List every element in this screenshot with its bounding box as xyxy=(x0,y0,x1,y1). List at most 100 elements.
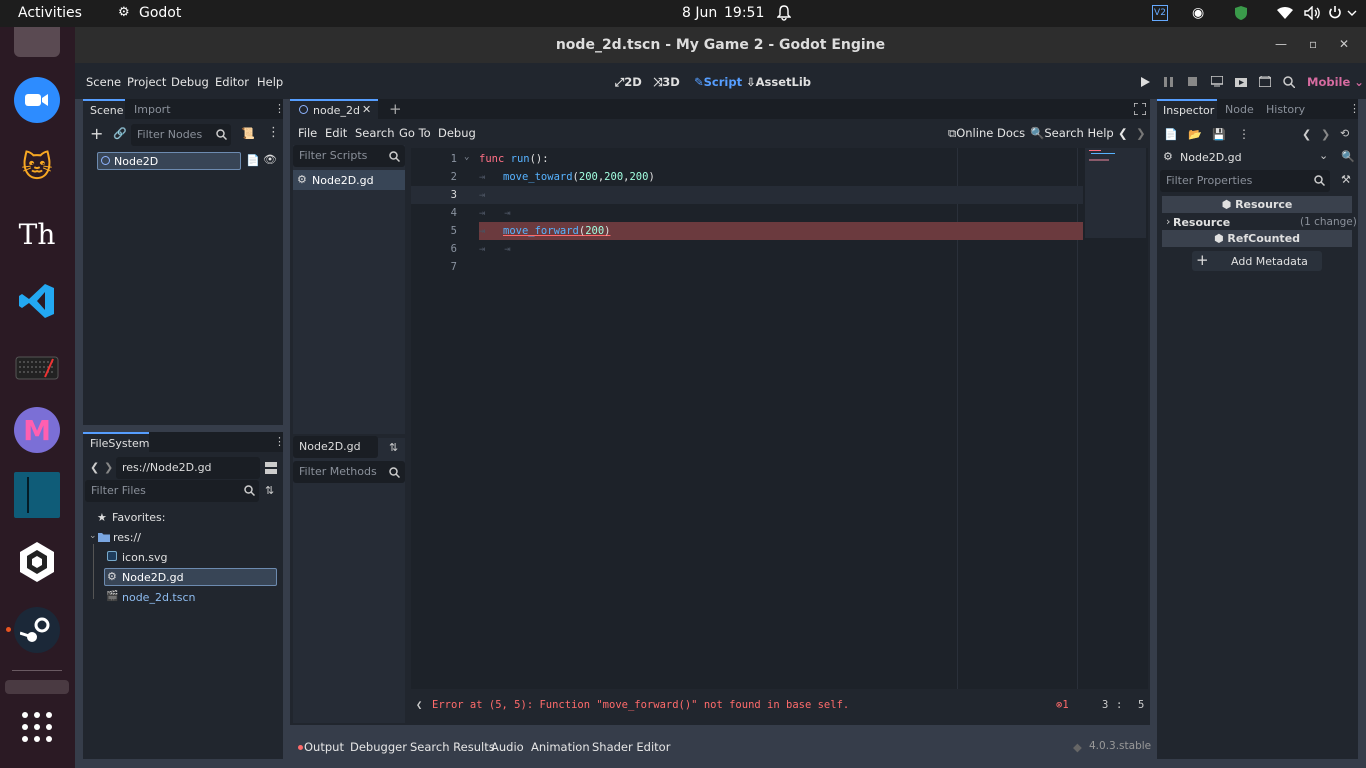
back-arrow-icon[interactable]: ❮ xyxy=(90,461,99,474)
zoom-icon[interactable] xyxy=(14,77,60,123)
script-list-item[interactable]: ⚙ Node2D.gd xyxy=(293,170,405,190)
power-icon[interactable] xyxy=(1328,5,1342,21)
dock-menu-icon[interactable]: ⋮ xyxy=(274,102,285,115)
section-refcounted-header[interactable]: ⬢ RefCounted xyxy=(1162,230,1352,247)
save-icon[interactable]: 💾 xyxy=(1212,128,1226,141)
vscode-icon[interactable] xyxy=(14,278,60,324)
sort-icon[interactable]: ⇅ xyxy=(265,484,274,497)
add-scene-tab-icon[interactable]: + xyxy=(389,100,402,118)
scene-node-node2d[interactable]: Node2D xyxy=(97,152,241,170)
unity-icon[interactable] xyxy=(14,539,60,585)
add-node-icon[interactable]: + xyxy=(90,124,103,143)
steam-icon[interactable] xyxy=(14,607,60,653)
bottom-tab-debugger[interactable]: Debugger xyxy=(350,740,407,754)
bell-icon[interactable] xyxy=(777,5,791,21)
error-count[interactable]: ⊗1 xyxy=(1056,699,1069,711)
path-field[interactable]: res://Node2D.gd xyxy=(116,457,260,479)
menu-project[interactable]: Project xyxy=(127,75,166,89)
dock-trash-partial[interactable] xyxy=(5,680,69,694)
script-attach-icon[interactable]: 📜 xyxy=(241,127,255,140)
movie-maker-icon[interactable] xyxy=(1283,76,1295,88)
stop-icon[interactable] xyxy=(1188,77,1197,86)
workspace-assetlib-button[interactable]: ⇩AssetLib xyxy=(746,75,811,89)
wifi-icon[interactable] xyxy=(1276,6,1294,20)
menu-scene[interactable]: Scene xyxy=(86,75,121,89)
toggle-panel-icon[interactable]: ❮ xyxy=(416,699,422,711)
file-icon-svg[interactable]: icon.svg xyxy=(122,551,168,564)
next-script-icon[interactable]: ❯ xyxy=(1136,126,1146,140)
tab-history[interactable]: History xyxy=(1266,103,1305,116)
steam-tray-icon[interactable]: ◉ xyxy=(1192,5,1204,21)
dock-menu-icon[interactable]: ⋮ xyxy=(274,435,285,448)
shield-icon[interactable] xyxy=(1234,5,1248,21)
m-app-icon[interactable]: M xyxy=(14,407,60,453)
script-menu-file[interactable]: File xyxy=(298,126,317,140)
tab-import[interactable]: Import xyxy=(134,103,171,116)
history-forward-icon[interactable]: ❯ xyxy=(1321,128,1330,141)
app-menu[interactable]: Godot xyxy=(139,5,181,21)
link-icon[interactable]: 🔗 xyxy=(113,127,127,140)
chevron-down-icon[interactable] xyxy=(1347,10,1357,17)
scratch-cat-icon[interactable]: 🐱 xyxy=(14,144,60,190)
script-menu-edit[interactable]: Edit xyxy=(325,126,347,140)
prev-script-icon[interactable]: ❮ xyxy=(1118,126,1128,140)
filter-files-input[interactable]: Filter Files xyxy=(85,480,259,502)
bottom-tab-audio[interactable]: Audio xyxy=(491,740,524,754)
scene-tab-node2d[interactable]: node_2d ✕ xyxy=(290,99,378,119)
error-message[interactable]: Error at (5, 5): Function "move_forward(… xyxy=(432,699,849,711)
dock-app-partial-icon[interactable] xyxy=(14,27,60,57)
pause-icon[interactable] xyxy=(1164,77,1173,87)
activities-button[interactable]: Activities xyxy=(18,5,82,21)
tab-filesystem[interactable]: FileSystem xyxy=(83,432,149,452)
favorites-label[interactable]: Favorites: xyxy=(112,511,165,524)
remote-debug-icon[interactable] xyxy=(1211,76,1223,87)
bottom-tab-output[interactable]: Output xyxy=(304,740,344,754)
script-menu-debug[interactable]: Debug xyxy=(438,126,476,140)
fold-chevron-icon[interactable]: ⌄ xyxy=(464,152,469,162)
section-resource-header[interactable]: ⬢ Resource xyxy=(1162,196,1352,213)
menu-editor[interactable]: Editor xyxy=(215,75,249,89)
resource-category[interactable]: Resource xyxy=(1173,216,1230,229)
typora-icon[interactable]: Th xyxy=(14,211,60,257)
new-resource-icon[interactable]: 📄 xyxy=(1164,128,1178,141)
sort-icon[interactable]: ⇅ xyxy=(389,441,398,454)
history-back-icon[interactable]: ❮ xyxy=(1302,128,1311,141)
chevron-right-icon[interactable]: › xyxy=(1166,215,1170,228)
tab-scene[interactable]: Scene xyxy=(83,99,125,119)
vpn-indicator-icon[interactable]: V2 xyxy=(1152,5,1168,21)
property-options-icon[interactable]: ⚒ xyxy=(1341,173,1351,186)
split-mode-icon[interactable] xyxy=(265,462,277,474)
object-selector[interactable]: ⚙ Node2D.gd ⌄ xyxy=(1160,147,1330,167)
clock-date[interactable]: 8 Jun xyxy=(682,5,717,21)
maximize-button[interactable]: ▫ xyxy=(1309,37,1317,51)
play-custom-scene-icon[interactable] xyxy=(1259,76,1271,87)
distraction-free-icon[interactable] xyxy=(1134,103,1146,115)
object-tools-icon[interactable]: 🔍 xyxy=(1341,150,1355,163)
app-grid-icon[interactable] xyxy=(14,704,60,750)
history-recent-icon[interactable]: ⟲ xyxy=(1340,127,1349,140)
menu-debug[interactable]: Debug xyxy=(171,75,209,89)
dock-menu-icon[interactable]: ⋮ xyxy=(1349,102,1360,115)
chevron-down-icon[interactable]: ⌄ xyxy=(89,531,97,541)
visibility-eye-icon[interactable]: 👁 xyxy=(263,153,277,166)
script-menu-search[interactable]: Search xyxy=(355,126,395,140)
renderer-select[interactable]: Mobile ⌄ xyxy=(1307,75,1364,89)
add-metadata-button[interactable]: + Add Metadata xyxy=(1192,251,1322,271)
code-minimap[interactable] xyxy=(1085,148,1146,238)
window-titlebar[interactable]: node_2d.tscn - My Game 2 - Godot Engine … xyxy=(75,27,1366,63)
zx-spectrum-icon[interactable] xyxy=(14,345,60,391)
more-options-icon[interactable]: ⋮ xyxy=(1238,127,1250,141)
close-tab-icon[interactable]: ✕ xyxy=(362,103,371,116)
minimize-button[interactable]: — xyxy=(1275,37,1287,51)
file-node-2d-tscn[interactable]: node_2d.tscn xyxy=(122,591,196,604)
forward-arrow-icon[interactable]: ❯ xyxy=(104,461,113,474)
workspace-script-button[interactable]: ✎Script xyxy=(694,75,742,89)
search-help-button[interactable]: 🔍Search Help xyxy=(1030,126,1114,140)
close-button[interactable]: ✕ xyxy=(1339,37,1349,51)
file-node2d-gd[interactable]: Node2D.gd xyxy=(122,571,184,584)
volume-icon[interactable] xyxy=(1304,6,1322,20)
version-label[interactable]: 4.0.3.stable xyxy=(1089,740,1151,752)
workspace-2d-button[interactable]: ⤢2D xyxy=(615,75,642,90)
scene-tree-menu-icon[interactable]: ⋮ xyxy=(267,125,280,140)
bottom-tab-animation[interactable]: Animation xyxy=(531,740,590,754)
